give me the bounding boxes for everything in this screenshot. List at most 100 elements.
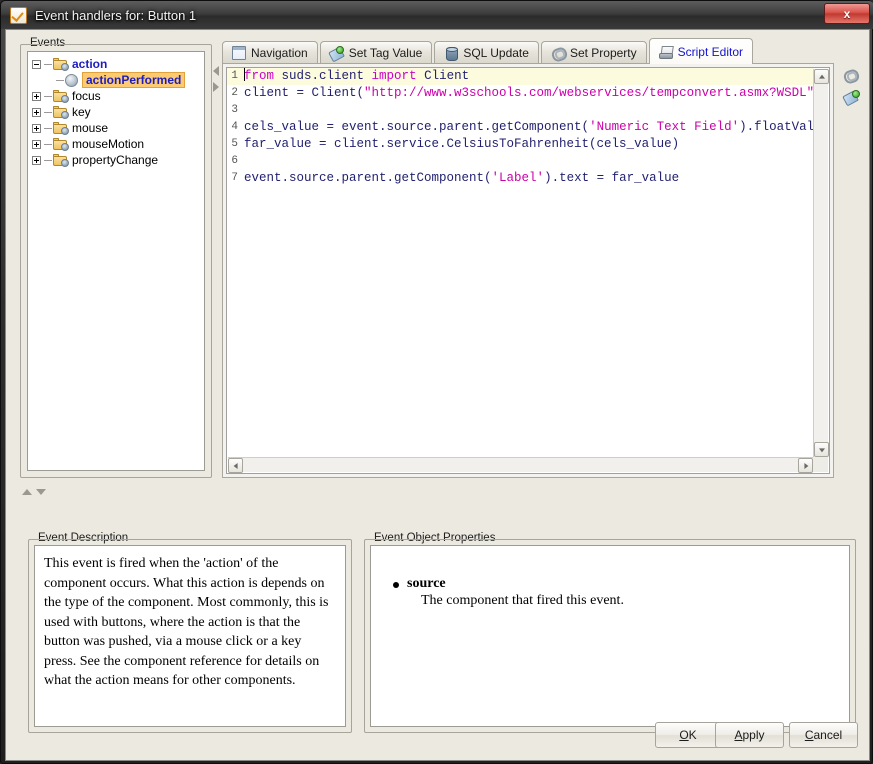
tree-node-label: mouseMotion — [72, 137, 145, 151]
tab-set-tag-value[interactable]: Set Tag Value — [319, 41, 433, 64]
tab-navigation[interactable]: Navigation — [222, 41, 318, 64]
code-line-text: event.source.parent.getComponent('Label'… — [240, 170, 679, 187]
editor-icon-rail — [838, 64, 866, 134]
code-line[interactable]: 1 from suds.client import Client — [227, 68, 814, 85]
horizontal-splitter[interactable] — [16, 485, 266, 503]
scroll-left-button[interactable] — [228, 458, 243, 473]
tree-node-actionperformed[interactable]: actionPerformed — [32, 72, 202, 88]
folder-gear-icon — [53, 122, 69, 135]
code-area[interactable]: 1 from suds.client import Client 2 client =… — [227, 68, 814, 458]
code-token: 'Label' — [491, 171, 545, 185]
tab-label: SQL Update — [463, 46, 529, 60]
checkmark-icon — [10, 6, 27, 24]
scroll-up-button[interactable] — [814, 69, 829, 84]
code-token: import — [371, 69, 417, 83]
property-name: source — [393, 576, 849, 592]
code-line[interactable]: 7 event.source.parent.getComponent('Label… — [227, 170, 814, 187]
collapse-right-arrow-icon[interactable] — [213, 82, 219, 92]
cancel-button[interactable]: Cancel — [789, 722, 858, 748]
script-editor-surface[interactable]: 1 from suds.client import Client 2 client =… — [226, 67, 830, 474]
event-object-properties-group: Event Object Properties source The compon… — [364, 532, 856, 733]
code-token: client = Client( — [244, 86, 365, 100]
code-line-text: cels_value = event.source.parent.getComp… — [240, 119, 814, 136]
line-number: 3 — [227, 102, 240, 119]
button-mnemonic: O — [679, 728, 689, 742]
code-line[interactable]: 5 far_value = client.service.CelsiusToFah… — [227, 136, 814, 153]
tree-node-focus[interactable]: focus — [32, 88, 202, 104]
code-line[interactable]: 3 — [227, 102, 814, 119]
collapse-icon[interactable] — [32, 59, 41, 69]
code-token: suds.client — [274, 69, 372, 83]
button-mnemonic: C — [804, 728, 814, 742]
tree-node-label: mouse — [72, 121, 109, 135]
collapse-up-arrow-icon[interactable] — [22, 489, 32, 495]
editor-horizontal-scrollbar[interactable] — [228, 457, 813, 473]
expand-icon[interactable] — [32, 155, 41, 165]
tree-node-label: focus — [72, 89, 101, 103]
code-token: ).text = far_value — [544, 171, 680, 185]
tree-line — [44, 63, 52, 65]
events-group: Events action actionPerformed focus key mous… — [20, 37, 212, 478]
folder-gear-icon — [53, 154, 69, 167]
collapse-down-arrow-icon[interactable] — [36, 489, 46, 495]
code-line-text: from suds.client import Client — [240, 68, 469, 85]
expand-icon[interactable] — [32, 123, 41, 133]
dialog-client-area: Events action actionPerformed focus key mous… — [5, 29, 870, 761]
folder-gear-icon — [53, 138, 69, 151]
tree-line — [44, 143, 52, 145]
tree-node-action[interactable]: action — [32, 56, 202, 72]
tree-line — [44, 127, 52, 129]
tag-icon[interactable] — [844, 90, 860, 106]
tree-node-mouse[interactable]: mouse — [32, 120, 202, 136]
tree-node-key[interactable]: key — [32, 104, 202, 120]
tab-strip: Navigation Set Tag Value SQL Update Set Pro… — [222, 38, 755, 64]
code-token: cels_value = event.source.parent.getComp… — [244, 120, 590, 134]
title-bar: Event handlers for: Button 1 x — [1, 1, 873, 29]
line-number: 2 — [227, 85, 240, 102]
line-number: 7 — [227, 170, 240, 187]
button-mnemonic: A — [734, 728, 743, 742]
folder-gear-icon — [53, 90, 69, 103]
code-token: event.source.parent.getComponent( — [244, 171, 492, 185]
dialog-window: Event handlers for: Button 1 x Events ac… — [0, 0, 873, 764]
collapse-left-arrow-icon[interactable] — [213, 66, 219, 76]
code-line-text: client = Client("http://www.w3schools.co… — [240, 85, 814, 102]
code-line[interactable]: 6 — [227, 153, 814, 170]
tag-icon — [330, 46, 344, 60]
code-token: Client — [416, 69, 470, 83]
tab-label: Script Editor — [677, 44, 743, 59]
tab-script-editor[interactable]: Script Editor — [648, 38, 753, 64]
database-icon — [444, 46, 459, 61]
close-button[interactable]: x — [824, 3, 870, 24]
folder-gear-icon — [53, 58, 69, 71]
paperclip-icon[interactable] — [843, 68, 861, 86]
apply-button[interactable]: Apply — [715, 722, 784, 748]
tab-set-property[interactable]: Set Property — [540, 41, 647, 64]
line-number: 5 — [227, 136, 240, 153]
scroll-down-button[interactable] — [814, 442, 829, 457]
paperclip-icon — [551, 46, 565, 60]
gear-icon — [65, 73, 78, 87]
expand-icon[interactable] — [32, 107, 41, 117]
tab-label: Set Property — [569, 46, 637, 60]
tree-node-mousemotion[interactable]: mouseMotion — [32, 136, 202, 152]
tree-node-propertychange[interactable]: propertyChange — [32, 152, 202, 168]
code-line[interactable]: 2 client = Client("http://www.w3schools.c… — [227, 85, 814, 102]
code-line[interactable]: 4 cels_value = event.source.parent.getCom… — [227, 119, 814, 136]
ok-button[interactable]: OK — [655, 722, 721, 748]
editor-vertical-scrollbar[interactable] — [813, 69, 829, 457]
vertical-splitter[interactable] — [212, 38, 222, 478]
scroll-right-button[interactable] — [798, 458, 813, 473]
top-split-area: Events action actionPerformed focus key mous… — [6, 30, 869, 485]
tab-sql-update[interactable]: SQL Update — [434, 41, 539, 64]
property-item: source The component that fired this even… — [371, 546, 849, 609]
events-tree[interactable]: action actionPerformed focus key mouse mouseM… — [27, 51, 205, 471]
line-number: 4 — [227, 119, 240, 136]
window-title: Event handlers for: Button 1 — [35, 7, 197, 23]
scrollbar-corner — [813, 457, 828, 472]
expand-icon[interactable] — [32, 139, 41, 149]
event-description-body: This event is fired when the 'action' of… — [34, 545, 346, 727]
window-icon — [232, 46, 246, 60]
dialog-button-bar: OK Apply Cancel — [6, 710, 869, 760]
expand-icon[interactable] — [32, 91, 41, 101]
